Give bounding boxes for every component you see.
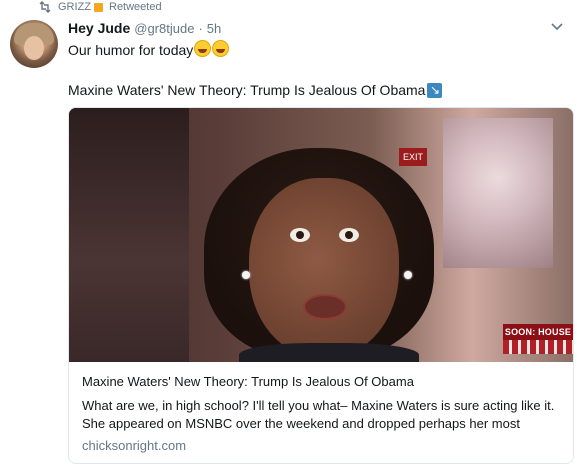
retweet-context: GRIZZ Retweeted [38,0,162,14]
tweet-link-line: Maxine Waters' New Theory: Trump Is Jeal… [68,81,443,99]
retweet-label: Retweeted [109,1,162,13]
retweeter-badge-icon [94,2,103,12]
card-domain[interactable]: chicksonright.com [82,438,186,453]
card-body[interactable]: Maxine Waters' New Theory: Trump Is Jeal… [69,362,573,463]
tears-of-joy-emoji-icon [194,40,212,57]
tweet-header: Hey Jude @gr8tjude · 5h [68,20,221,36]
retweet-icon [39,1,51,13]
card-description-line: What are we, in high school? I'll tell y… [82,398,555,413]
avatar[interactable] [10,20,58,68]
card-description-line: She appeared on MSNBC over the weekend a… [82,416,520,431]
retweeter-name[interactable]: GRIZZ [58,1,91,13]
header-separator: · [198,21,203,36]
tweet-text-body: Our humor for today [68,42,194,58]
tears-of-joy-emoji-icon [212,40,230,57]
tweet-link-title: Maxine Waters' New Theory: Trump Is Jeal… [68,82,426,98]
card-title[interactable]: Maxine Waters' New Theory: Trump Is Jeal… [82,374,414,389]
arrow-down-right-icon: ↘ [427,82,443,98]
author-name[interactable]: Hey Jude [68,20,130,36]
tweet-text: Our humor for today [68,40,230,59]
link-card[interactable]: EXIT SOON: HOUSE Maxine Waters' New Theo… [68,107,574,464]
exit-sign: EXIT [399,148,427,166]
card-description: What are we, in high school? I'll tell y… [82,397,567,433]
author-handle[interactable]: @gr8tjude [134,21,194,36]
chevron-down-icon[interactable] [551,22,563,32]
card-image[interactable]: EXIT SOON: HOUSE [69,108,573,362]
tweet-timestamp[interactable]: 5h [207,21,221,36]
news-chyron: SOON: HOUSE [503,324,573,340]
